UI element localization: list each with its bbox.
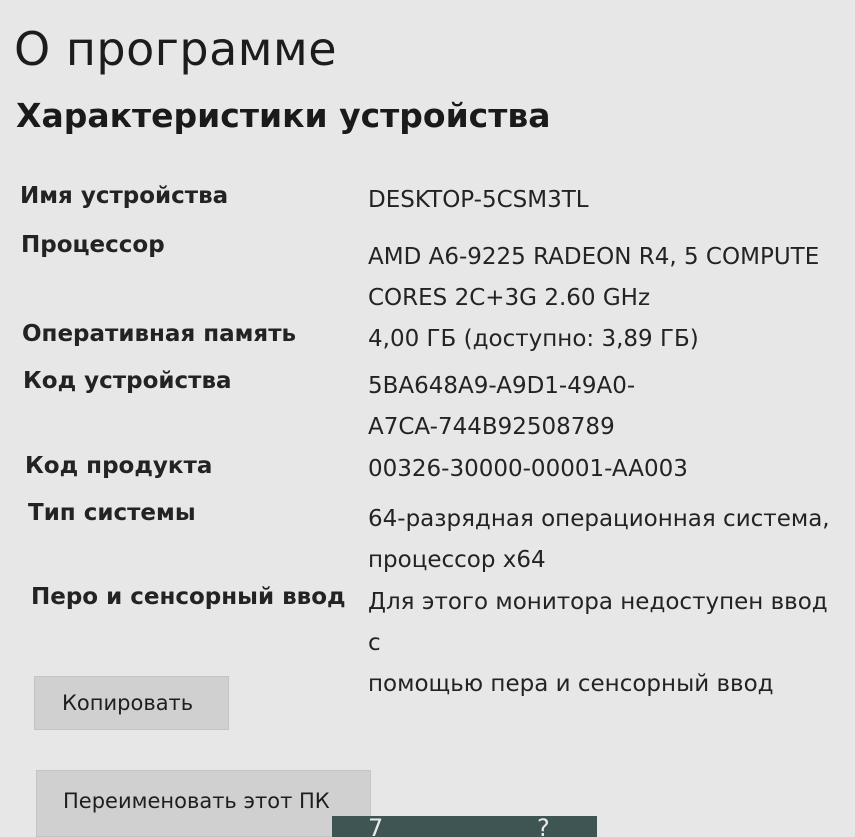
spec-value-system-type: 64-разрядная операционная система, проце… xyxy=(368,506,830,573)
taskbar-glyph-left[interactable]: 7 xyxy=(368,816,383,837)
spec-label-device-name: Имя устройства xyxy=(20,183,229,209)
spec-value-ram: 4,00 ГБ (доступно: 3,89 ГБ) xyxy=(368,326,699,352)
spec-value-pen-touch: Для этого монитора недоступен ввод с пом… xyxy=(368,589,828,697)
spec-value-device-name: DESKTOP-5CSM3TL xyxy=(368,187,589,213)
spec-value-processor: AMD A6-9225 RADEON R4, 5 COMPUTE CORES 2… xyxy=(368,244,820,311)
taskbar-glyph-right[interactable]: ? xyxy=(537,816,550,837)
spec-value-product-id: 00326-30000-00001-AA003 xyxy=(368,456,688,482)
spec-label-ram: Оперативная память xyxy=(22,321,297,347)
spec-label-pen-touch: Перо и сенсорный ввод xyxy=(31,584,346,610)
spec-value-device-id: 5BA648A9-A9D1-49A0- A7CA-744B92508789 xyxy=(368,373,636,440)
rename-pc-button[interactable]: Переименовать этот ПК xyxy=(36,770,371,837)
page-title: О программе xyxy=(14,22,338,76)
spec-label-device-id: Код устройства xyxy=(23,368,232,394)
section-title: Характеристики устройства xyxy=(16,96,551,135)
spec-label-processor: Процессор xyxy=(21,232,165,258)
spec-label-product-id: Код продукта xyxy=(25,453,213,479)
spec-label-system-type: Тип системы xyxy=(28,500,196,526)
taskbar: 7 ? xyxy=(332,816,597,837)
copy-button[interactable]: Копировать xyxy=(34,676,229,730)
